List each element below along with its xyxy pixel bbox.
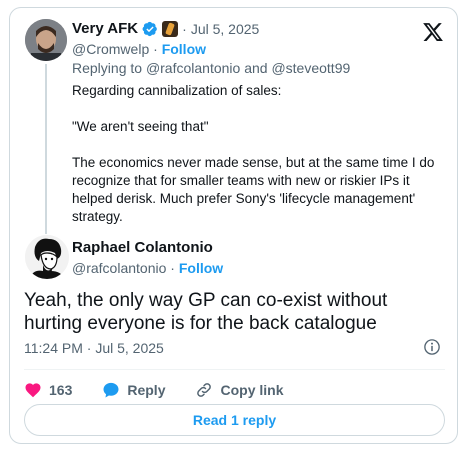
reply-label: Reply: [127, 382, 166, 398]
copy-link-label: Copy link: [220, 382, 284, 398]
avatar-very-afk[interactable]: [25, 19, 67, 61]
heart-icon: [25, 383, 41, 398]
parent-author-name[interactable]: Very AFK · Jul 5, 2025: [72, 20, 259, 37]
parent-display-name[interactable]: Very AFK: [72, 20, 138, 37]
read-replies-button[interactable]: Read 1 reply: [24, 404, 445, 436]
link-icon: [197, 383, 212, 397]
handle-separator: ·: [153, 41, 162, 57]
main-tweet-text: Yeah, the only way GP can co-exist witho…: [24, 290, 388, 334]
parent-date[interactable]: Jul 5, 2025: [191, 21, 260, 37]
follow-button-main[interactable]: Follow: [179, 260, 223, 276]
replying-to-users[interactable]: @rafcolantonio and @steveott99: [146, 60, 350, 76]
verified-badge-icon: [142, 21, 157, 36]
parent-paragraph: "We aren't seeing that": [72, 119, 209, 134]
main-handle[interactable]: @rafcolantonio: [72, 260, 166, 276]
emoji-badge-icon: [162, 20, 179, 37]
follow-button-parent[interactable]: Follow: [162, 41, 206, 57]
main-author-name[interactable]: Raphael Colantonio: [72, 239, 213, 256]
like-count: 163: [49, 382, 73, 398]
parent-handle[interactable]: @Cromwelp: [72, 41, 149, 57]
copy-link-button[interactable]: Copy link: [195, 381, 284, 399]
reply-button[interactable]: Reply: [102, 381, 165, 399]
handle-separator: ·: [170, 260, 179, 276]
info-icon[interactable]: [423, 338, 441, 356]
avatar-raphael-colantonio[interactable]: [25, 235, 69, 279]
tweet-card: Very AFK · Jul 5, 2025 @Cromwelp · Follo…: [9, 7, 458, 444]
tweet-actions-bar: 163 Reply Copy link: [24, 378, 314, 402]
tweet-timestamp[interactable]: 11:24 PM · Jul 5, 2025: [24, 340, 164, 356]
parent-date-separator: ·: [182, 20, 187, 37]
parent-handle-row: @Cromwelp · Follow: [72, 41, 206, 57]
actions-divider: [24, 369, 445, 370]
parent-tweet-text: Regarding cannibalization of sales: "We …: [72, 82, 452, 226]
parent-paragraph: The economics never made sense, but at t…: [72, 155, 435, 224]
main-handle-row: @rafcolantonio · Follow: [72, 260, 223, 276]
parent-paragraph: Regarding cannibalization of sales:: [72, 83, 282, 98]
x-logo-icon[interactable]: [422, 21, 444, 43]
reply-bubble-icon: [103, 382, 119, 398]
like-button[interactable]: 163: [24, 381, 72, 399]
replying-to-line: Replying to @rafcolantonio and @steveott…: [72, 60, 350, 76]
replying-prefix: Replying to: [72, 60, 143, 76]
thread-connector-line: [45, 64, 47, 234]
